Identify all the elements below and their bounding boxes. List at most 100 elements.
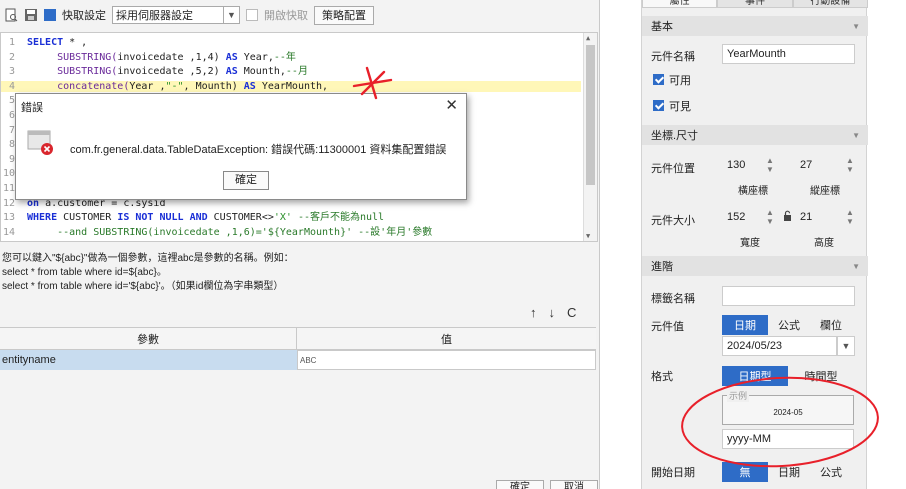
spinner-icon[interactable]: ▲ ▼ — [765, 208, 775, 226]
scroll-down-icon[interactable]: ▼ — [586, 232, 590, 240]
parameter-table: 參數 值 entityname ABC — [0, 327, 596, 370]
line-number: 4 — [8, 80, 15, 92]
format-type-segmented: 日期型 時間型 — [722, 366, 854, 386]
code-line[interactable]: 1 SELECT * , — [1, 37, 581, 48]
move-down-icon[interactable]: ↓ — [549, 305, 556, 320]
code-text: SUBSTRING(invoicedate ,5,2) AS Mounth,--… — [27, 66, 308, 78]
value-type-formula[interactable]: 公式 — [768, 315, 810, 335]
hint-line: 您可以鍵入"${abc}"做為一個參數，這裡abc是參數的名稱。例如： — [2, 253, 294, 264]
widget-value-label: 元件值 — [651, 321, 684, 333]
hint-line: select * from table where id='${abc}'。（如… — [2, 281, 284, 292]
format-type-date[interactable]: 日期型 — [722, 366, 788, 386]
line-number: 13 — [2, 212, 15, 224]
code-text: concatenate(Year ,"-", Mounth) AS YearMo… — [27, 80, 329, 92]
width-label: 寬度 — [740, 238, 760, 249]
error-dialog: 錯誤 ✕ com.fr.general.data.TableDataExcept… — [15, 93, 467, 200]
param-toolbar: ↑ ↓ C — [530, 305, 576, 320]
column-header-param: 參數 — [0, 328, 297, 349]
start-date-segmented: 無 日期 公式 — [722, 462, 852, 482]
spinner-icon[interactable]: ▲ ▼ — [845, 156, 855, 174]
cache-label: 快取設定 — [62, 10, 106, 22]
error-icon — [27, 130, 55, 155]
enabled-checkbox[interactable] — [653, 74, 664, 85]
save-icon[interactable] — [24, 8, 38, 22]
visible-checkbox[interactable] — [653, 100, 664, 111]
editor-scrollbar[interactable]: ▲ ▼ — [583, 33, 597, 241]
code-line[interactable]: 13 WHERE CUSTOMER IS NOT NULL AND CUSTOME… — [1, 212, 581, 223]
spinner-icon[interactable]: ▲ ▼ — [765, 156, 775, 174]
line-number: 3 — [8, 66, 15, 78]
dataset-dialog: 快取設定 採用伺服器設定 ▼ 開啟快取 策略配置 1 SELECT * , 2 SU… — [0, 0, 600, 489]
tab-events[interactable]: 事件 — [717, 0, 793, 8]
refresh-icon[interactable]: C — [567, 305, 576, 320]
spinner-icon[interactable]: ▲ ▼ — [845, 208, 855, 226]
preview-icon[interactable] — [4, 8, 18, 22]
line-number: 14 — [2, 226, 15, 238]
start-date-formula[interactable]: 公式 — [810, 462, 852, 482]
scroll-up-icon[interactable]: ▲ — [586, 34, 590, 42]
cancel-button[interactable]: 取消 — [550, 480, 598, 489]
toolbar: 快取設定 採用伺服器設定 ▼ 開啟快取 策略配置 — [0, 3, 600, 27]
start-date-date[interactable]: 日期 — [768, 462, 810, 482]
example-value: 2024-05 — [773, 408, 803, 417]
error-title: 錯誤 — [21, 102, 43, 114]
param-name-cell[interactable]: entityname — [0, 350, 297, 370]
format-example: 示例 2024-05 — [722, 389, 854, 425]
tag-name-input[interactable] — [722, 286, 855, 306]
pos-y-label: 縱座標 — [810, 186, 840, 197]
parameter-hint: 您可以鍵入"${abc}"做為一個參數，這裡abc是參數的名稱。例如： sele… — [2, 252, 592, 294]
code-text: --and SUBSTRING(invoicedate ,1,6)='${Yea… — [27, 226, 433, 238]
table-row[interactable]: entityname ABC — [0, 350, 596, 370]
format-input[interactable]: yyyy-MM — [722, 429, 854, 449]
line-number: 2 — [8, 51, 15, 63]
column-header-value: 值 — [441, 333, 452, 346]
value-type-field[interactable]: 欄位 — [810, 315, 852, 335]
hint-line: select * from table where id=${abc}。 — [2, 267, 167, 278]
chevron-down-icon: ▼ — [852, 261, 860, 271]
ok-button[interactable]: 確定 — [496, 480, 544, 489]
code-line[interactable]: 4 concatenate(Year ,"-", Mounth) AS Year… — [1, 80, 581, 92]
value-type-date[interactable]: 日期 — [722, 315, 768, 335]
enable-cache-checkbox[interactable] — [246, 9, 258, 21]
tab-properties[interactable]: 屬性 — [642, 0, 718, 8]
screen: 快取設定 採用伺服器設定 ▼ 開啟快取 策略配置 1 SELECT * , 2 SU… — [0, 0, 906, 489]
properties-panel: 屬性 事件 行動設備 基本 ▼ 元件名稱 YearMounth 可用 可見 坐標… — [641, 0, 868, 489]
section-basic[interactable]: 基本 ▼ — [642, 16, 868, 36]
property-tabs: 屬性 事件 行動設備 — [642, 0, 868, 8]
value-type-segmented: 日期 公式 欄位 — [722, 315, 852, 335]
height-label: 高度 — [814, 238, 834, 249]
code-text: WHERE CUSTOMER IS NOT NULL AND CUSTOMER<… — [27, 212, 385, 224]
widget-name-label: 元件名稱 — [651, 51, 695, 63]
widget-name-input[interactable]: YearMounth — [722, 44, 855, 64]
position-label: 元件位置 — [651, 163, 695, 175]
param-value-cell[interactable]: ABC — [297, 350, 596, 370]
error-message: com.fr.general.data.TableDataException: … — [70, 144, 447, 156]
start-date-none[interactable]: 無 — [722, 462, 768, 482]
start-date-label: 開始日期 — [651, 467, 695, 479]
date-value-input[interactable]: 2024/05/23 — [722, 336, 837, 356]
size-label: 元件大小 — [651, 215, 695, 227]
code-text: SELECT * , — [27, 37, 88, 48]
tag-name-label: 標籤名稱 — [651, 293, 695, 305]
move-up-icon[interactable]: ↑ — [530, 305, 537, 320]
error-ok-button[interactable]: 確定 — [223, 171, 269, 190]
scrollbar-thumb[interactable] — [586, 45, 595, 185]
properties-pane: 屬性 事件 行動設備 基本 ▼ 元件名稱 YearMounth 可用 可見 坐標… — [601, 0, 906, 489]
code-line[interactable]: 2 SUBSTRING(invoicedate ,1,4) AS Year,--… — [1, 52, 581, 63]
chevron-down-icon[interactable]: ▼ — [224, 6, 240, 24]
code-line[interactable]: 14 --and SUBSTRING(invoicedate ,1,6)='${… — [1, 227, 581, 238]
cache-select[interactable]: 採用伺服器設定 — [112, 6, 224, 24]
cache-checkbox[interactable] — [44, 9, 56, 21]
section-title: 基本 — [651, 21, 673, 33]
chevron-down-icon[interactable]: ▼ — [837, 336, 855, 356]
visible-label: 可見 — [669, 101, 691, 113]
lock-icon[interactable] — [783, 210, 792, 225]
section-coordinates[interactable]: 坐標.尺寸 ▼ — [642, 125, 868, 145]
section-advanced[interactable]: 進階 ▼ — [642, 256, 868, 276]
close-icon[interactable]: ✕ — [445, 96, 458, 114]
format-type-time[interactable]: 時間型 — [788, 366, 854, 386]
strategy-button[interactable]: 策略配置 — [314, 5, 374, 25]
code-line[interactable]: 3 SUBSTRING(invoicedate ,5,2) AS Mounth,… — [1, 66, 581, 77]
format-label: 格式 — [651, 371, 673, 383]
tab-mobile[interactable]: 行動設備 — [792, 0, 868, 8]
